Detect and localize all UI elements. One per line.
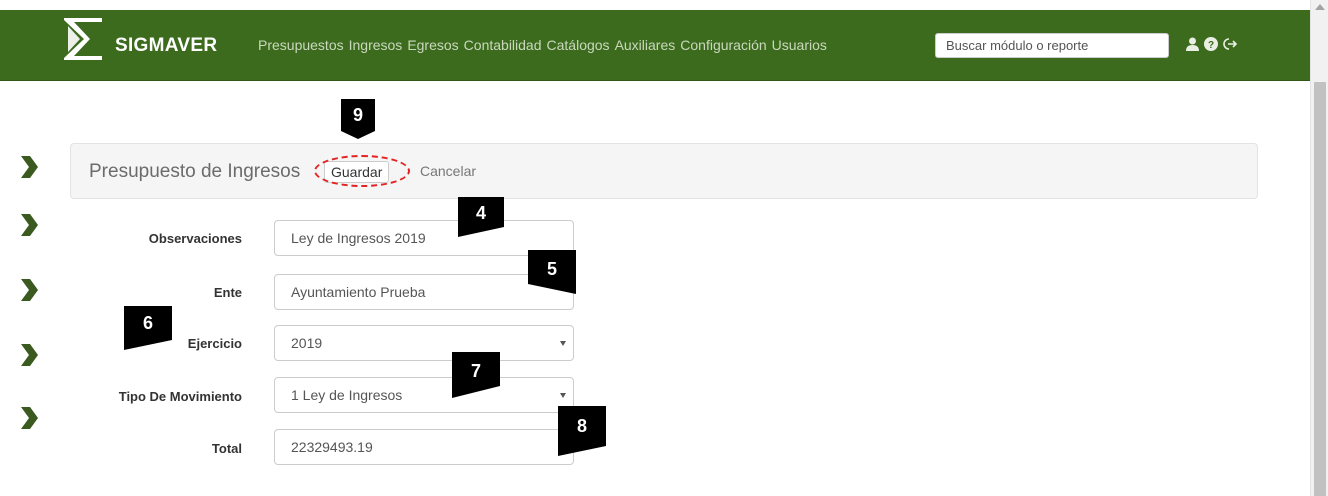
- search-input[interactable]: [935, 33, 1169, 58]
- chevron-right-icon[interactable]: [18, 342, 40, 368]
- tipo-movimiento-label: Tipo De Movimiento: [118, 389, 242, 404]
- menu-ingresos[interactable]: Ingresos: [349, 37, 403, 53]
- menu-usuarios[interactable]: Usuarios: [772, 37, 827, 53]
- ejercicio-value: 2019: [291, 335, 323, 351]
- nav-icons: ?: [1185, 36, 1237, 52]
- ente-value: Ayuntamiento Prueba: [291, 284, 426, 300]
- chevron-right-icon[interactable]: [18, 212, 40, 238]
- tipo-movimiento-select[interactable]: 1 Ley de Ingresos: [274, 377, 574, 413]
- scroll-up-icon[interactable]: [1315, 4, 1325, 10]
- chevron-right-icon[interactable]: [18, 277, 40, 303]
- top-strip: [0, 0, 1310, 10]
- callout-marker-7: 7: [452, 352, 500, 398]
- logout-icon[interactable]: [1223, 36, 1237, 52]
- menu-catalogos[interactable]: Catálogos: [547, 37, 610, 53]
- ente-label: Ente: [213, 285, 242, 300]
- menu-auxiliares[interactable]: Auxiliares: [615, 37, 676, 53]
- svg-text:?: ?: [1208, 40, 1214, 51]
- page-scrollbar[interactable]: [1310, 0, 1328, 496]
- tipo-movimiento-value: 1 Ley de Ingresos: [291, 387, 403, 403]
- observaciones-label: Observaciones: [148, 231, 242, 246]
- total-value: 22329493.19: [291, 439, 373, 455]
- help-icon[interactable]: ?: [1204, 36, 1218, 52]
- callout-marker-5: 5: [528, 250, 576, 294]
- ejercicio-label: Ejercicio: [187, 336, 242, 351]
- callout-marker-6: 6: [124, 306, 172, 350]
- menu-contabilidad[interactable]: Contabilidad: [464, 37, 542, 53]
- callout-marker-8: 8: [558, 406, 606, 456]
- chevron-right-icon[interactable]: [18, 405, 40, 431]
- caret-down-icon: [560, 341, 566, 346]
- total-label: Total: [211, 441, 242, 456]
- form-header-panel: Presupuesto de Ingresos Guardar Cancelar: [70, 143, 1258, 199]
- sigmaver-logo-icon[interactable]: [58, 12, 108, 68]
- navbar: SIGMAVER Presupuestos Ingresos Egresos C…: [0, 10, 1310, 81]
- page-title: Presupuesto de Ingresos: [89, 161, 301, 182]
- chevron-right-icon[interactable]: [18, 154, 40, 180]
- menu-presupuestos[interactable]: Presupuestos: [258, 37, 344, 53]
- save-button[interactable]: Guardar: [324, 161, 390, 183]
- callout-marker-9: 9: [341, 99, 385, 143]
- cancel-link[interactable]: Cancelar: [420, 163, 476, 179]
- scroll-thumb[interactable]: [1314, 82, 1326, 496]
- main-menu: Presupuestos Ingresos Egresos Contabilid…: [258, 37, 832, 53]
- menu-configuracion[interactable]: Configuración: [680, 37, 766, 53]
- caret-down-icon: [560, 393, 566, 398]
- menu-egresos[interactable]: Egresos: [407, 37, 458, 53]
- callout-marker-4: 4: [458, 197, 504, 241]
- ejercicio-select[interactable]: 2019: [274, 325, 574, 361]
- total-field[interactable]: 22329493.19: [274, 429, 574, 465]
- observaciones-value: Ley de Ingresos 2019: [291, 230, 426, 246]
- brand-name[interactable]: SIGMAVER: [115, 35, 217, 57]
- user-icon[interactable]: [1185, 36, 1199, 52]
